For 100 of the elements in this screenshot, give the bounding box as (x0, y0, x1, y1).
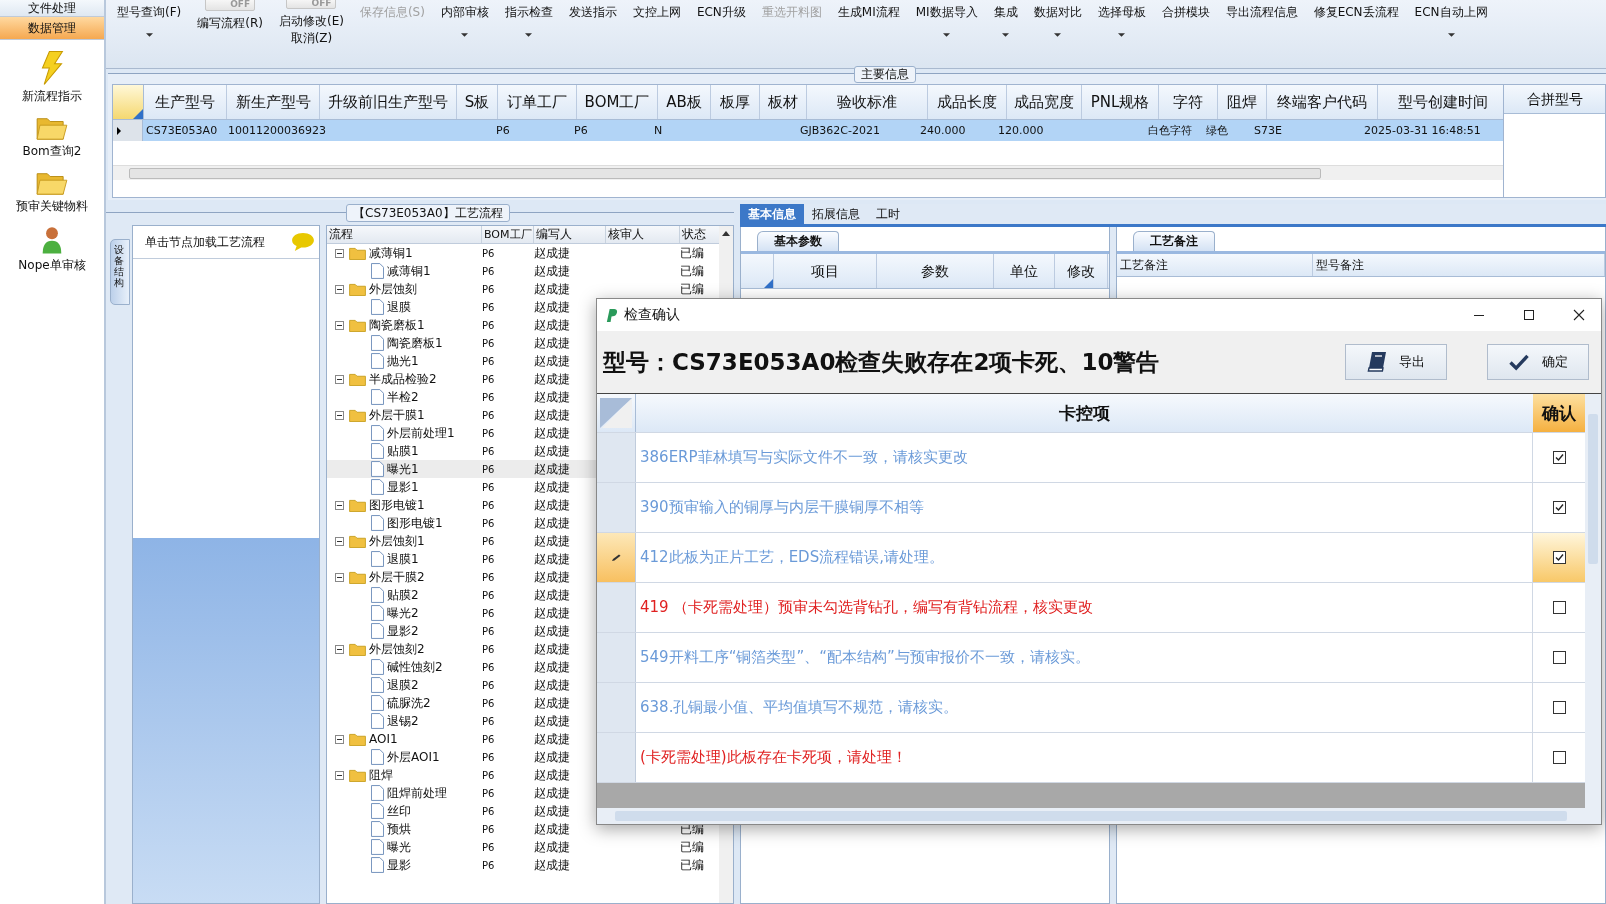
sidebar-item[interactable]: Bom查询2 (22, 143, 82, 160)
collapse-icon[interactable] (335, 644, 344, 654)
column-header[interactable]: AB板 (658, 85, 711, 119)
tree-row[interactable]: 外层蚀刻1 P6 赵成捷 (327, 532, 720, 550)
toolbar-button[interactable]: 生成MI流程 (832, 0, 905, 21)
tree-row[interactable]: 显影 P6 赵成捷 已编 (327, 856, 720, 874)
tree-row[interactable]: 图形电镀1 P6 赵成捷 (327, 514, 720, 532)
caret-icon[interactable] (943, 33, 951, 37)
column-header[interactable]: 合拼型号 (1504, 85, 1605, 114)
checkbox[interactable] (1552, 601, 1566, 614)
column-header[interactable]: 参数 (877, 254, 994, 288)
tree-row[interactable]: AOI1 P6 赵成捷 (327, 730, 720, 748)
toolbar-button[interactable]: ECN自动上网 (1409, 0, 1493, 21)
collapse-icon[interactable] (335, 734, 344, 744)
tree-row[interactable]: 丝印 P6 赵成捷 (327, 802, 720, 820)
vertical-scrollbar[interactable] (1585, 394, 1601, 824)
collapse-icon[interactable] (335, 572, 344, 582)
column-header[interactable]: 新生产型号 (227, 85, 320, 119)
column-header[interactable]: 终端客户代码 (1267, 85, 1378, 119)
collapse-icon[interactable] (335, 320, 344, 330)
sidebar-item[interactable]: Nope单审核 (18, 257, 86, 274)
checkbox[interactable] (1552, 701, 1566, 714)
column-header[interactable]: 成品宽度 (1007, 85, 1082, 119)
column-header[interactable]: 字符 (1159, 85, 1218, 119)
column-header[interactable]: 成品长度 (928, 85, 1007, 119)
column-header[interactable]: 工艺备注 (1117, 254, 1313, 276)
column-header[interactable]: 型号备注 (1313, 254, 1605, 276)
column-header[interactable]: 订单工厂 (498, 85, 577, 119)
tree-row[interactable]: 外层干膜2 P6 赵成捷 (327, 568, 720, 586)
sidebar-item[interactable]: 新流程指示 (22, 88, 82, 105)
tree-row[interactable]: 阻焊 P6 赵成捷 (327, 766, 720, 784)
toolbar-button[interactable]: 集成 (988, 0, 1023, 21)
column-header[interactable]: 板厚 (711, 85, 760, 119)
caret-icon[interactable] (461, 33, 469, 37)
collapse-icon[interactable] (335, 374, 344, 384)
pane-tab[interactable]: 工艺备注 (1133, 231, 1215, 251)
tab[interactable]: 工时 (868, 204, 908, 224)
tree-row[interactable]: 外层蚀刻 P6 赵成捷 已编 (327, 280, 720, 298)
toolbar-button[interactable]: 型号查询(F) (112, 0, 187, 21)
column-header[interactable]: PNL规格 (1082, 85, 1159, 119)
maximize-icon[interactable] (1523, 309, 1535, 321)
sidebar-item[interactable]: 预审关键物料 (16, 198, 88, 215)
collapse-icon[interactable] (335, 770, 344, 780)
column-header[interactable]: 升级前旧生产型号 (320, 85, 457, 119)
toolbar-button[interactable]: 选择母板 (1092, 0, 1151, 21)
column-header[interactable]: 生产型号 (144, 85, 227, 119)
column-header[interactable]: 阻焊 (1218, 85, 1267, 119)
column-header[interactable]: BOM工厂 (577, 85, 658, 119)
column-header[interactable]: 板材 (760, 85, 807, 119)
horizontal-scrollbar[interactable] (113, 165, 1503, 180)
toolbar-button[interactable]: ECN升级 (691, 0, 751, 21)
toolbar-button[interactable]: 导出流程信息 (1220, 0, 1303, 21)
tab[interactable]: 拓展信息 (804, 204, 868, 224)
tree-row[interactable]: 减薄铜1 P6 赵成捷 已编 (327, 262, 720, 280)
toolbar-button[interactable]: 数据对比 (1028, 0, 1087, 21)
tab[interactable]: 基本信息 (740, 204, 804, 224)
table-row[interactable]: CS73E053A0 10011200036923 P6 P6 N GJB362C-2021 240.000 120.000 白色字符 绿色 S73E 2025-03-31 16:48:51 (113, 120, 1503, 141)
caret-icon[interactable] (1002, 33, 1010, 37)
tree-row[interactable]: 减薄铜1 P6 赵成捷 已编 (327, 244, 720, 262)
side-tab[interactable]: 设备结构 (110, 239, 130, 305)
horizontal-scrollbar[interactable] (597, 808, 1585, 824)
collapse-icon[interactable] (335, 536, 344, 546)
toolbar-button[interactable]: 文控上网 (627, 0, 686, 21)
collapse-icon[interactable] (335, 500, 344, 510)
tree-row[interactable]: 显影1 P6 赵成捷 (327, 478, 720, 496)
user-icon[interactable] (41, 225, 63, 255)
toolbar-button[interactable]: 合拼模块 (1156, 0, 1215, 21)
toolbar-button[interactable]: 内部审核 (435, 0, 494, 21)
collapse-icon[interactable] (335, 410, 344, 420)
toolbar-button[interactable]: 编写流程(R) (192, 11, 268, 32)
sidebar-section[interactable]: 数据管理 (0, 17, 104, 40)
collapse-icon[interactable] (335, 248, 344, 258)
caret-icon[interactable] (1447, 33, 1455, 37)
column-header[interactable]: 编写人 (534, 226, 606, 243)
column-header[interactable]: 项目 (774, 254, 877, 288)
close-icon[interactable] (1573, 309, 1585, 321)
toolbar-button[interactable]: 发送指示 (563, 0, 622, 21)
column-header[interactable]: 核审人 (606, 226, 680, 243)
toolbar-button[interactable]: MI数据导入 (910, 0, 983, 21)
toolbar-button[interactable]: 指示检查 (499, 0, 558, 21)
column-header[interactable]: 验收标准 (807, 85, 928, 119)
tree-row[interactable]: 显影2 P6 赵成捷 (327, 622, 720, 640)
column-header[interactable]: S板 (457, 85, 498, 119)
toolbar-button[interactable]: 启动修改(E) 取消(Z) (273, 9, 349, 47)
tree-row[interactable]: 阻焊前处理 P6 赵成捷 (327, 784, 720, 802)
sidebar-section[interactable]: 文件处理 (0, 0, 104, 17)
checkbox[interactable] (1552, 501, 1566, 514)
column-header[interactable]: 修改 (1055, 254, 1108, 288)
column-header[interactable]: 单位 (994, 254, 1055, 288)
caret-icon[interactable] (525, 33, 533, 37)
collapse-icon[interactable] (335, 284, 344, 294)
caret-icon[interactable] (145, 33, 153, 37)
caret-icon[interactable] (1118, 33, 1126, 37)
checkbox[interactable] (1552, 451, 1566, 464)
toolbar-button[interactable]: 修复ECN丢流程 (1308, 0, 1404, 21)
column-header[interactable]: BOM工厂 (482, 226, 534, 243)
scroll-up-icon[interactable] (722, 231, 730, 236)
checkbox[interactable] (1552, 651, 1566, 664)
tree-row[interactable]: 曝光 P6 赵成捷 已编 (327, 838, 720, 856)
column-header[interactable]: 确认 (1533, 394, 1585, 432)
